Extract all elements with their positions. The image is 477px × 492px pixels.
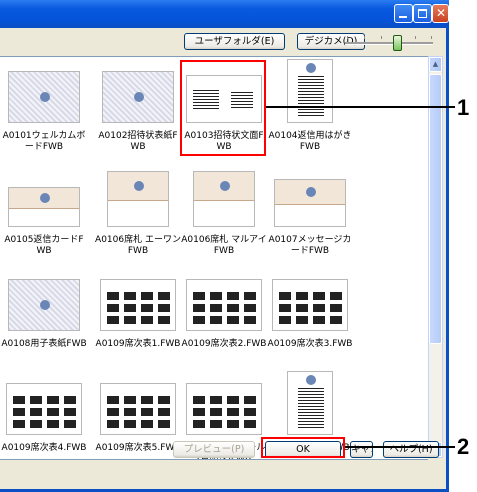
template-filename: A0109席次表3.FWB: [267, 339, 353, 349]
template-item[interactable]: A0109席次表5.FWB: [95, 373, 181, 459]
minimize-icon[interactable]: [394, 4, 413, 23]
highlight-box-2: [261, 437, 345, 458]
template-thumbnail[interactable]: [287, 59, 333, 123]
template-thumbnail[interactable]: [8, 71, 80, 123]
slider-tick: [364, 36, 365, 39]
template-thumbnail[interactable]: [100, 279, 176, 331]
window-titlebar: ✕: [0, 0, 449, 28]
slider-thumb[interactable]: [393, 35, 402, 51]
template-item[interactable]: A0109席次表3.FWB: [267, 269, 353, 371]
scrollbar-thumb[interactable]: [429, 74, 442, 344]
template-filename: A0109席次表4.FWB: [1, 443, 87, 453]
template-filename: A0109席次表5.FWB: [95, 443, 181, 453]
slider-tick: [381, 36, 382, 39]
template-thumbnail[interactable]: [193, 171, 255, 227]
template-item[interactable]: A0109席次表1.FWB: [95, 269, 181, 371]
template-item[interactable]: A0107メッセージカードFWB: [267, 165, 353, 267]
template-item[interactable]: A0101ウェルカムボードFWB: [1, 61, 87, 163]
template-thumbnail[interactable]: [186, 383, 262, 435]
slider-tick: [431, 36, 432, 39]
callout-number-2: 2: [457, 434, 470, 459]
template-thumbnail[interactable]: [100, 383, 176, 435]
vertical-scrollbar[interactable]: ▲ ▼: [428, 56, 443, 458]
callout-line-1: [266, 106, 455, 108]
template-thumbnail[interactable]: [8, 187, 80, 227]
slider-track[interactable]: [345, 42, 433, 45]
callout-number-1: 1: [457, 95, 470, 120]
template-filename: A0105返信カードFWB: [4, 235, 84, 256]
template-thumbnail[interactable]: [102, 71, 174, 123]
template-filename: A0106席札 エーワンFWB: [95, 235, 181, 256]
template-item[interactable]: A0108用子表紙FWB: [1, 269, 87, 371]
template-item[interactable]: A0109席次表2.FWB: [181, 269, 267, 371]
template-thumbnail[interactable]: [6, 383, 82, 435]
template-filename: A0104返信用はがきFWB: [268, 131, 352, 152]
scroll-up-icon[interactable]: ▲: [429, 57, 442, 72]
template-item[interactable]: A0109席次表4.FWB: [1, 373, 87, 459]
template-thumbnail[interactable]: [186, 279, 262, 331]
slider-tick: [347, 36, 348, 39]
help-button[interactable]: ヘルプ(H): [383, 441, 439, 458]
cancel-button[interactable]: キャンセル: [350, 441, 373, 458]
template-filename: A0108用子表紙FWB: [1, 339, 87, 349]
highlight-box-1: [180, 60, 266, 156]
template-thumbnail[interactable]: [272, 279, 348, 331]
template-thumbnail[interactable]: [287, 371, 333, 435]
template-thumbnail[interactable]: [107, 171, 169, 227]
template-item[interactable]: A0105返信カードFWB: [1, 165, 87, 267]
slider-tick: [415, 36, 416, 39]
user-folder-button[interactable]: ユーザフォルダ(E): [184, 33, 285, 50]
template-item[interactable]: A0104返信用はがきFWB: [267, 59, 353, 163]
template-thumbnail[interactable]: [8, 279, 80, 331]
template-item[interactable]: A0106席札 エーワンFWB: [95, 165, 181, 267]
template-filename: A0106席札 マルアイFWB: [181, 235, 267, 256]
close-icon[interactable]: ✕: [432, 4, 449, 23]
template-filename: A0101ウェルカムボードFWB: [2, 131, 86, 152]
maximize-icon[interactable]: [413, 4, 432, 23]
template-item[interactable]: A0106席札 マルアイFWB: [181, 165, 267, 267]
callout-line-2: [345, 446, 455, 448]
template-filename: A0109席次表2.FWB: [181, 339, 267, 349]
template-item[interactable]: A0102招待状表紙FWB: [95, 61, 181, 163]
preview-button[interactable]: プレビュー(P): [173, 441, 255, 458]
template-filename: A0102招待状表紙FWB: [98, 131, 178, 152]
template-filename: A0109席次表1.FWB: [95, 339, 181, 349]
template-filename: A0107メッセージカードFWB: [268, 235, 352, 256]
template-thumbnail[interactable]: [274, 179, 346, 227]
